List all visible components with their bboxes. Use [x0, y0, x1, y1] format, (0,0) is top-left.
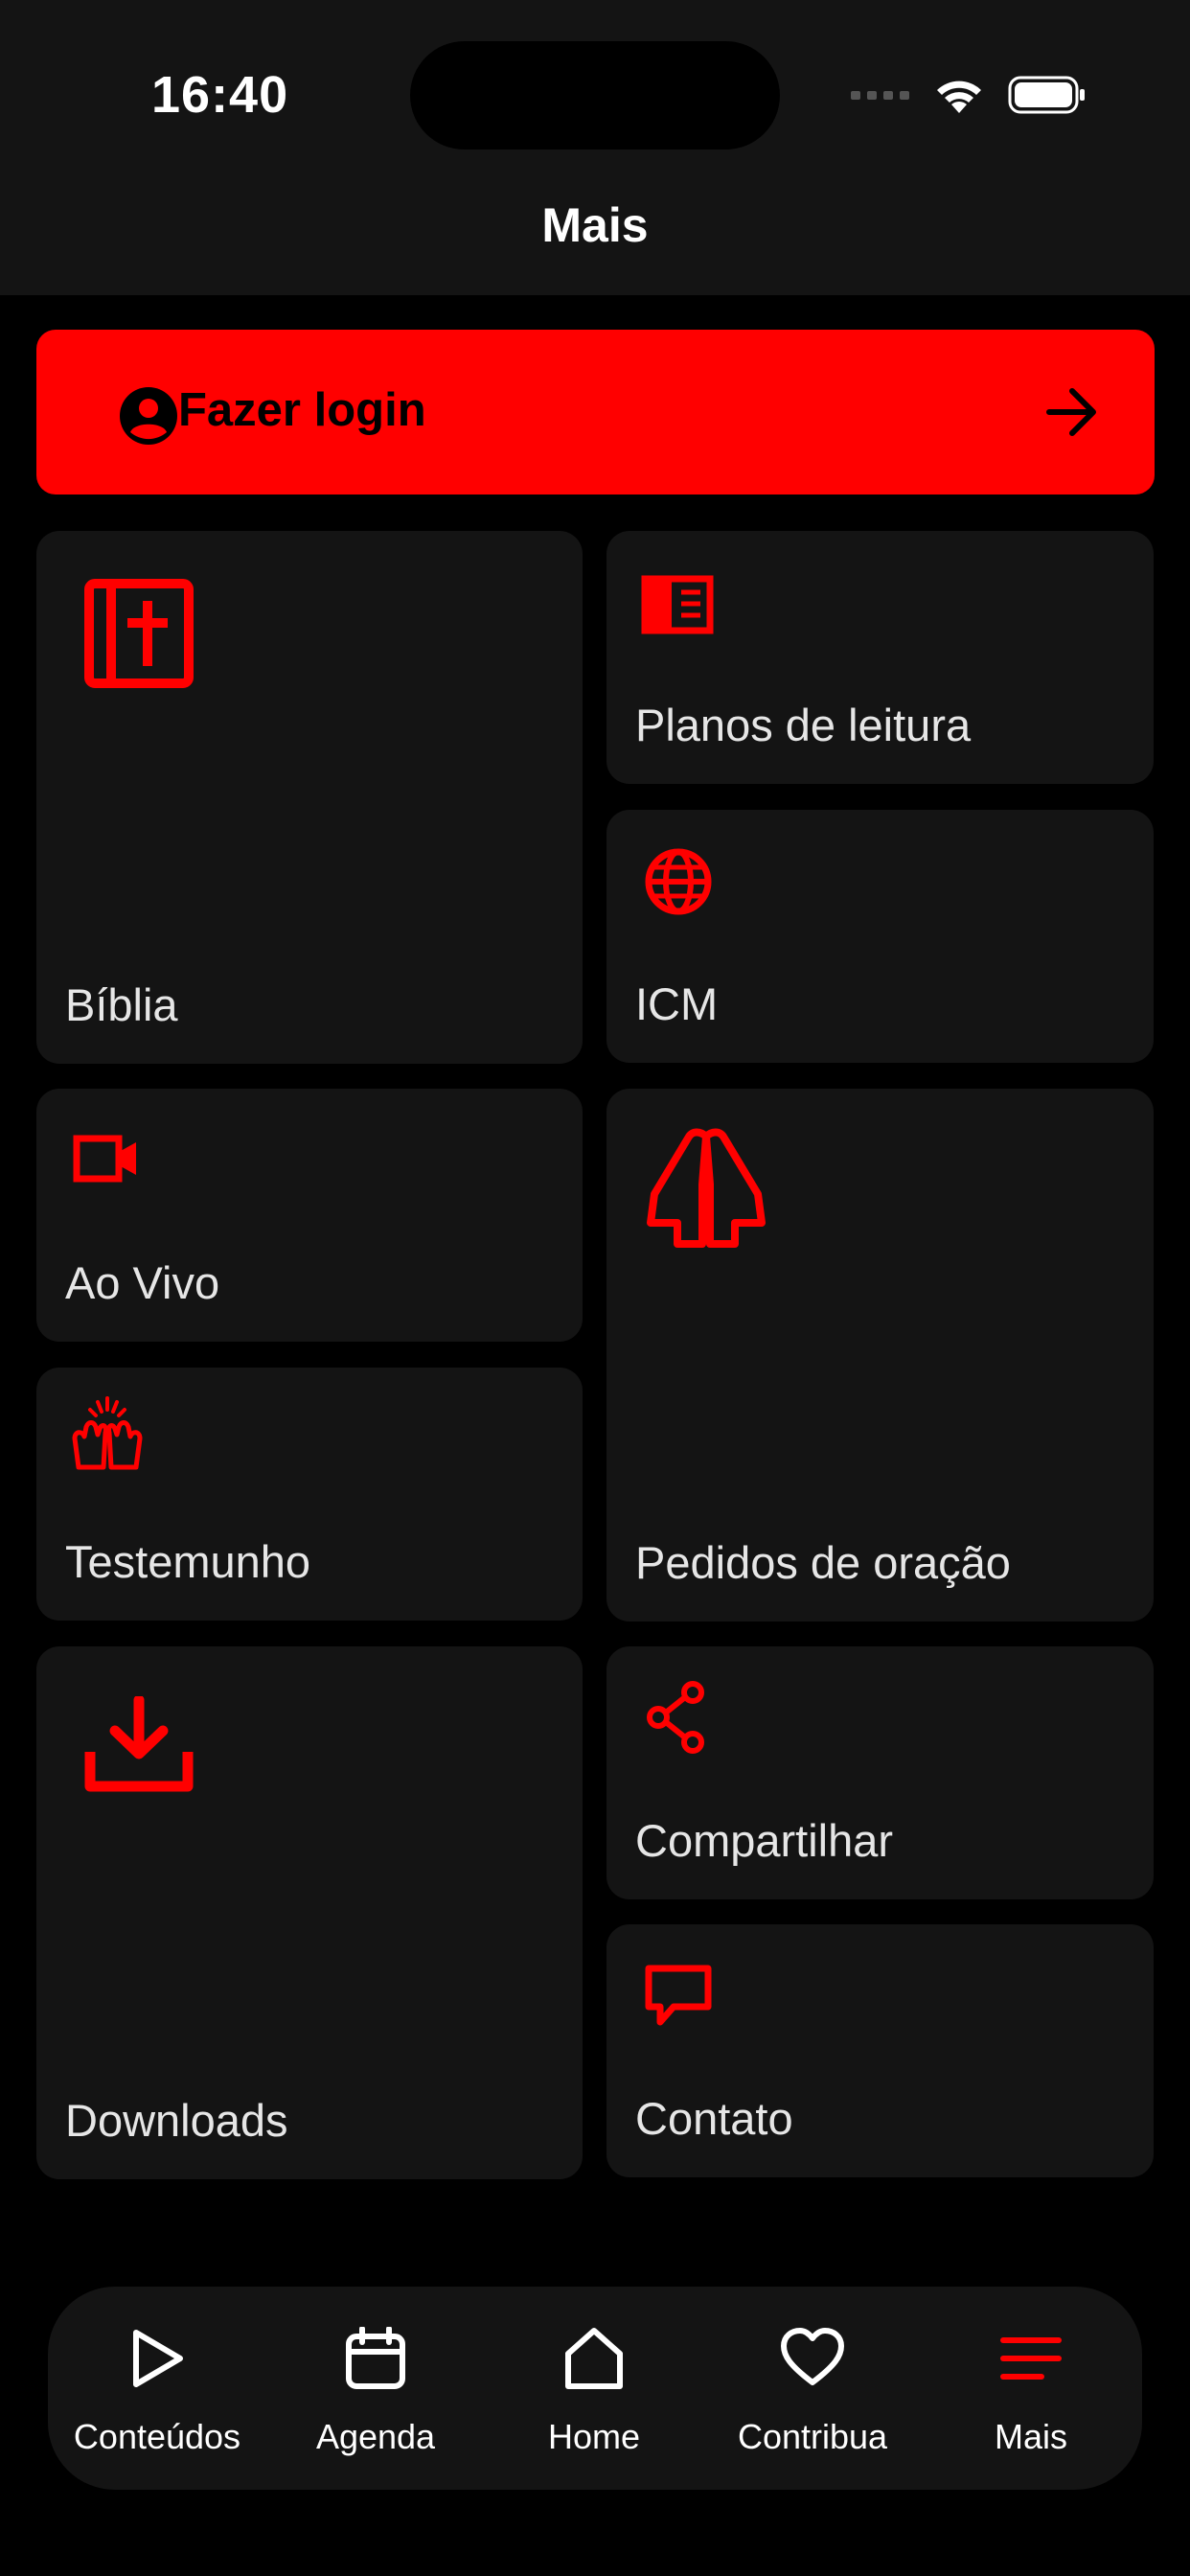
chat-bubble-icon	[645, 1965, 712, 2026]
nav-item-agenda[interactable]: Agenda	[266, 2287, 485, 2490]
login-label: Fazer login	[178, 384, 426, 436]
nav-label: Contribua	[737, 2417, 888, 2456]
tile-planos-de-leitura[interactable]: Planos de leitura	[606, 531, 1154, 784]
arrow-right-icon	[1046, 388, 1096, 436]
battery-icon	[1008, 76, 1085, 114]
tile-icm[interactable]: ICM	[606, 810, 1154, 1063]
tile-compartilhar[interactable]: Compartilhar	[606, 1646, 1154, 1899]
status-time: 16:40	[151, 66, 289, 124]
login-button[interactable]: Fazer login	[36, 330, 1155, 494]
wifi-icon	[937, 80, 981, 113]
globe-icon	[645, 848, 712, 915]
tile-label: Downloads	[65, 2095, 288, 2146]
bottom-nav: Conteúdos Agenda Home Contribua Mais	[48, 2287, 1142, 2490]
nav-item-home[interactable]: Home	[485, 2287, 703, 2490]
top-bar: 16:40 Mais	[0, 0, 1190, 295]
tile-label: Pedidos de oração	[635, 1537, 1011, 1588]
user-circle-icon	[120, 387, 177, 445]
more-screen: 16:40 Mais Fazer login Bíblia Planos de …	[0, 0, 1190, 2576]
play-icon	[133, 2330, 183, 2387]
tile-testemunho[interactable]: Testemunho	[36, 1368, 583, 1621]
heart-icon	[781, 2328, 844, 2385]
share-icon	[647, 1681, 704, 1754]
nav-label: Home	[547, 2417, 641, 2456]
tile-downloads[interactable]: Downloads	[36, 1646, 583, 2179]
menu-icon	[1000, 2337, 1062, 2380]
tile-biblia[interactable]: Bíblia	[36, 531, 583, 1064]
tile-ao-vivo[interactable]: Ao Vivo	[36, 1089, 583, 1342]
tile-pedidos-de-oracao[interactable]: Pedidos de oração	[606, 1089, 1154, 1622]
nav-item-conteudos[interactable]: Conteúdos	[48, 2287, 266, 2490]
nav-item-contribua[interactable]: Contribua	[703, 2287, 922, 2490]
home-icon	[565, 2328, 623, 2389]
dynamic-island	[410, 41, 780, 150]
praying-hands-icon	[647, 1128, 766, 1248]
bible-icon	[84, 579, 194, 688]
tile-label: Ao Vivo	[65, 1257, 220, 1308]
tile-label: Contato	[635, 2093, 793, 2144]
status-icons	[851, 71, 1087, 119]
nav-label: Agenda	[315, 2417, 436, 2456]
tile-label: Bíblia	[65, 979, 178, 1030]
video-camera-icon	[73, 1135, 136, 1183]
tile-contato[interactable]: Contato	[606, 1924, 1154, 2177]
page-title: Mais	[541, 198, 649, 252]
tile-label: Compartilhar	[635, 1815, 894, 1866]
book-open-icon	[641, 575, 714, 634]
tile-label: ICM	[635, 978, 719, 1029]
calendar-icon	[346, 2327, 405, 2389]
nav-item-mais[interactable]: Mais	[922, 2287, 1140, 2490]
tile-label: Testemunho	[65, 1536, 311, 1587]
nav-label: Conteúdos	[73, 2417, 241, 2456]
nav-label: Mais	[994, 2417, 1067, 2456]
raised-hands-icon	[72, 1396, 143, 1470]
cellular-signal-icon	[851, 91, 909, 100]
tile-label: Planos de leitura	[635, 700, 972, 750]
download-icon	[84, 1696, 194, 1792]
